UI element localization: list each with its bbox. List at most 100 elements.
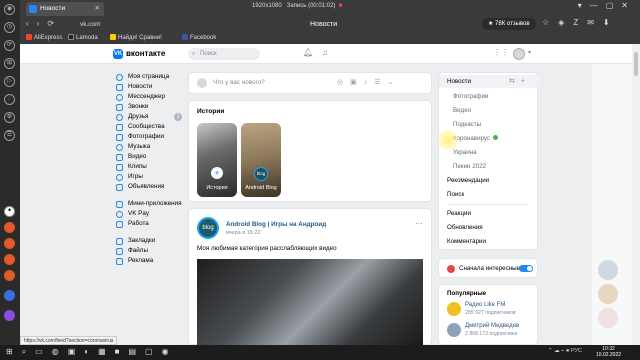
rail-icon[interactable]: ⟳ bbox=[4, 40, 15, 51]
stories-block: Истории + История blog Android Blog bbox=[188, 100, 432, 202]
vk-brand-name[interactable]: вконтакте bbox=[126, 49, 165, 58]
vk-favicon-icon bbox=[29, 5, 37, 13]
window-controls[interactable]: ▾—▢✕ bbox=[578, 1, 636, 10]
rail-app-icon[interactable]: ✦ bbox=[4, 206, 15, 217]
filter-reactions[interactable]: Реакции bbox=[447, 210, 471, 217]
search-input[interactable]: ⌕ Поиск bbox=[188, 48, 260, 60]
nav-item-bookmarks[interactable]: Закладки bbox=[116, 236, 186, 246]
bookmark-item[interactable]: Найди! Сравни! bbox=[110, 33, 162, 44]
filter-video[interactable]: Видео bbox=[453, 107, 471, 114]
apps-grid-icon[interactable]: ⋮⋮ bbox=[493, 48, 509, 57]
nav-item-calls[interactable]: Звонки bbox=[116, 102, 186, 112]
nav-item-ads[interactable]: Объявления bbox=[116, 182, 186, 192]
filter-recommendations[interactable]: Рекомендации bbox=[447, 177, 489, 184]
rail-app-icon[interactable] bbox=[4, 254, 15, 265]
filter-ukraine[interactable]: Украина bbox=[453, 149, 477, 156]
filter-comments[interactable]: Комментарии bbox=[447, 238, 486, 245]
rail-app-icon[interactable] bbox=[4, 238, 15, 249]
filter-search[interactable]: Поиск bbox=[447, 191, 464, 198]
nav-item-video[interactable]: Видео bbox=[116, 152, 186, 162]
nav-item-files[interactable]: Файлы bbox=[116, 246, 186, 256]
clock-date: 10.02.2022 bbox=[596, 352, 622, 358]
search-icon: ⌕ bbox=[192, 51, 196, 57]
tab-close-icon[interactable]: ✕ bbox=[95, 2, 100, 16]
nav-item-my-page[interactable]: Моя страница bbox=[116, 72, 186, 82]
nav-item-photos[interactable]: Фотографии bbox=[116, 132, 186, 142]
rail-icon[interactable]: ⊞ bbox=[4, 58, 15, 69]
tab-news[interactable]: Новости ✕ bbox=[26, 2, 104, 16]
rail-icon[interactable]: ◷ bbox=[4, 22, 15, 33]
nav-item-advertising[interactable]: Реклама bbox=[116, 256, 186, 266]
status-url: https://vk.com/feed?section=coronavirus bbox=[20, 336, 118, 345]
filter-updates[interactable]: Обновления bbox=[447, 224, 483, 231]
avatar[interactable] bbox=[598, 308, 618, 328]
post-video[interactable] bbox=[197, 259, 423, 346]
post-author-link[interactable]: Android Blog | Игры на Андроид bbox=[226, 221, 326, 228]
composer-attach-icons[interactable]: ◎▣♪☰⌄ bbox=[337, 78, 400, 86]
nav-item-communities[interactable]: Сообщества bbox=[116, 122, 186, 132]
browser-side-rail: ◉ ◷ ⟳ ⊞ ▷ ◌ ⚙ ☰ ✦ bbox=[0, 0, 20, 345]
nav-item-vk-pay[interactable]: VK Pay bbox=[116, 209, 186, 219]
system-tray[interactable]: ⌃ ☁ ⌁ 🔊︎ РУС bbox=[548, 348, 582, 355]
record-stop-icon[interactable]: ■ bbox=[339, 3, 343, 9]
page-scrollbar[interactable] bbox=[632, 44, 640, 345]
nav-item-music[interactable]: Музыка bbox=[116, 142, 186, 152]
page-title: Новости bbox=[310, 21, 338, 28]
rail-icon[interactable]: ◌ bbox=[4, 94, 15, 105]
popular-item-name[interactable]: Радио Like FM bbox=[465, 302, 505, 308]
story-label: История bbox=[206, 185, 228, 191]
bookmark-item[interactable]: Facebook bbox=[182, 33, 216, 44]
chevron-down-icon[interactable]: ▾ bbox=[528, 49, 531, 56]
avatar[interactable] bbox=[598, 260, 618, 280]
music-note-icon[interactable]: ♫ bbox=[322, 48, 328, 57]
avatar[interactable] bbox=[513, 48, 525, 60]
bookmark-item[interactable]: AliExpress bbox=[26, 33, 62, 44]
rail-app-icon[interactable] bbox=[4, 310, 15, 321]
rail-icon[interactable]: ⚙ bbox=[4, 112, 15, 123]
language-indicator[interactable]: РУС bbox=[571, 348, 582, 354]
nav-item-messenger[interactable]: Мессенджер bbox=[116, 92, 186, 102]
notifications-bell-icon[interactable]: 🔔︎ bbox=[303, 48, 313, 57]
filter-beijing[interactable]: Пекин 2022 bbox=[453, 163, 486, 170]
rail-app-icon[interactable] bbox=[4, 290, 15, 301]
post-avatar[interactable]: blog bbox=[197, 217, 219, 239]
rail-icon[interactable]: ▷ bbox=[4, 76, 15, 87]
reviews-badge[interactable]: ★ 78К отзывов bbox=[482, 18, 536, 30]
nav-item-jobs[interactable]: Работа bbox=[116, 219, 186, 229]
story-card[interactable]: blog Android Blog bbox=[241, 123, 281, 197]
filter-photos[interactable]: Фотографии bbox=[453, 93, 488, 100]
nav-buttons[interactable]: ‹›⟳ bbox=[26, 19, 62, 28]
taskbar-app-icons[interactable]: ⊞⌕▭◍▣◐▦■▤▢◉ bbox=[6, 347, 178, 357]
interesting-first-toggle[interactable] bbox=[519, 265, 533, 272]
rail-icon[interactable]: ◉ bbox=[4, 4, 15, 15]
post-timestamp[interactable]: вчера в 16:22 bbox=[226, 230, 260, 236]
taskbar-clock[interactable]: 10:32 10.02.2022 bbox=[596, 346, 621, 358]
avatar[interactable] bbox=[598, 284, 618, 304]
popular-item-name[interactable]: Дмитрий Медведев bbox=[465, 323, 519, 329]
filter-coronavirus[interactable]: Коронавирус bbox=[453, 135, 499, 142]
extension-icons[interactable]: ☆◈Z✉⬇ bbox=[542, 18, 619, 27]
popular-item-subs: 2 868 172 подписчика bbox=[465, 331, 518, 337]
story-card[interactable]: + История bbox=[197, 123, 237, 197]
url-field[interactable]: vk.com bbox=[80, 19, 440, 30]
nav-item-games[interactable]: Игры bbox=[116, 172, 186, 182]
vk-logo-icon[interactable]: VK bbox=[113, 49, 123, 59]
nav-item-friends[interactable]: Друзья 1 bbox=[116, 112, 186, 122]
filter-news[interactable]: Новости bbox=[447, 78, 471, 85]
vk-pay-icon bbox=[116, 211, 123, 218]
story-avatar: blog bbox=[254, 167, 268, 181]
nav-item-mini-apps[interactable]: Мини-приложения bbox=[116, 199, 186, 209]
filter-settings-icon[interactable]: ⇆+ bbox=[509, 77, 531, 85]
post-composer[interactable]: Что у вас нового? ◎▣♪☰⌄ bbox=[188, 72, 432, 94]
scrollbar-thumb[interactable] bbox=[634, 52, 638, 76]
rail-icon[interactable]: ☰ bbox=[4, 130, 15, 141]
bookmark-item[interactable]: Lamoda bbox=[68, 33, 98, 44]
nav-item-clips[interactable]: Клипы bbox=[116, 162, 186, 172]
nav-item-news[interactable]: Новости bbox=[116, 82, 186, 92]
more-options-icon[interactable]: ⋯ bbox=[415, 219, 423, 228]
add-story-icon[interactable]: + bbox=[211, 167, 223, 179]
popular-item-subs: 285 927 подписчиков bbox=[465, 310, 516, 316]
filter-podcasts[interactable]: Подкасты bbox=[453, 121, 481, 128]
rail-app-icon[interactable] bbox=[4, 270, 15, 281]
rail-app-icon[interactable] bbox=[4, 222, 15, 233]
